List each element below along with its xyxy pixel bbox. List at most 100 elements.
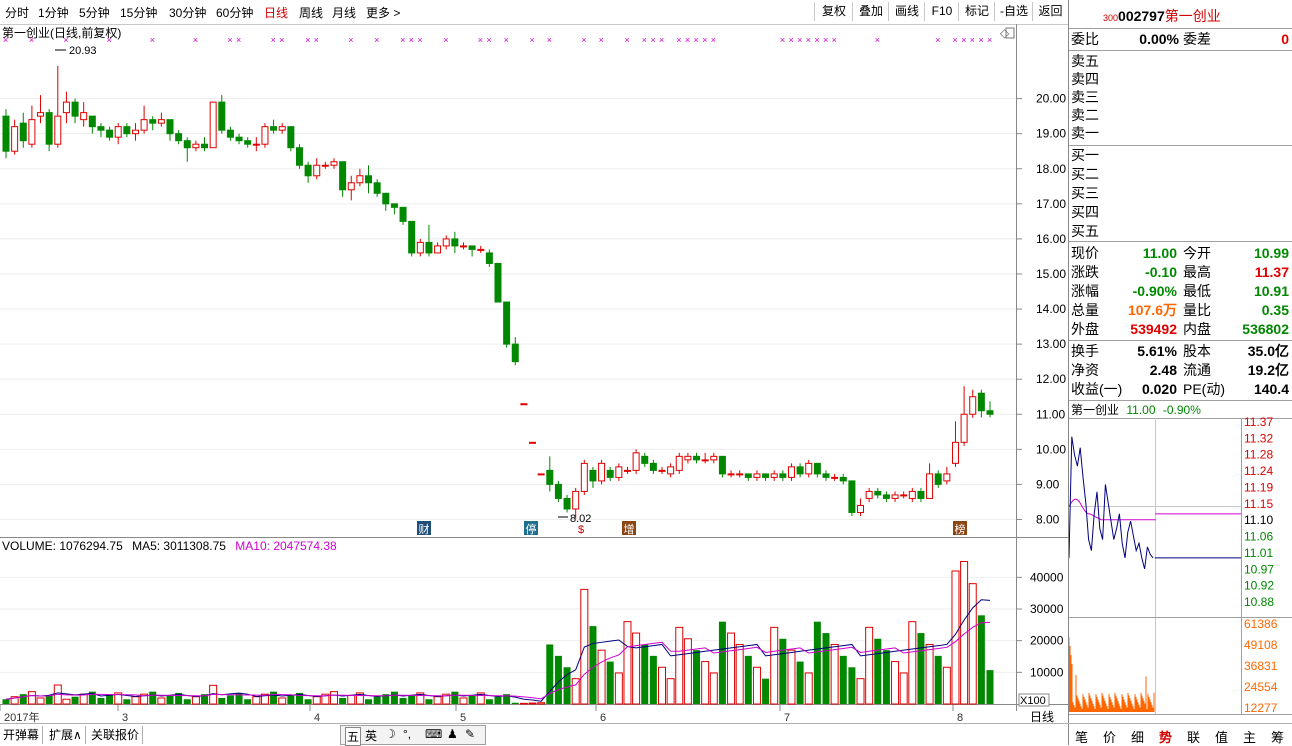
candle[interactable]	[114, 123, 122, 145]
volume-bar[interactable]	[830, 643, 839, 705]
kline-chart-area[interactable]: 第一创业(日线,前复权) ◇ × × × × × × × × × × × × × × × × × × × × × × × × ×…	[0, 24, 1068, 723]
candle[interactable]	[951, 421, 959, 467]
candle[interactable]	[917, 487, 925, 502]
volume-bar[interactable]	[71, 696, 79, 704]
candle[interactable]	[123, 123, 131, 138]
candle[interactable]	[365, 165, 373, 194]
candle[interactable]	[175, 130, 183, 145]
event-badge[interactable]: 榜	[953, 521, 967, 536]
volume-bar[interactable]	[131, 696, 140, 705]
volume-bar[interactable]	[157, 697, 166, 705]
candle[interactable]	[88, 115, 96, 134]
candle[interactable]	[563, 494, 571, 513]
related-quotes-button[interactable]: 关联报价	[88, 726, 144, 744]
candle[interactable]	[321, 161, 329, 169]
volume-bar[interactable]	[666, 678, 675, 705]
candle[interactable]	[252, 137, 260, 152]
volume-bar[interactable]	[874, 638, 882, 704]
candle[interactable]	[658, 466, 666, 474]
volume-bar[interactable]	[848, 667, 856, 704]
volume-bar[interactable]	[451, 691, 459, 704]
volume-bar[interactable]	[865, 626, 874, 705]
event-badge[interactable]: 财	[417, 521, 431, 536]
candle[interactable]	[813, 462, 821, 478]
candle[interactable]	[727, 470, 735, 478]
danmu-button[interactable]: 开弹幕	[0, 726, 44, 744]
volume-bar[interactable]	[623, 621, 632, 705]
candle[interactable]	[667, 463, 675, 478]
period-tab-60min[interactable]: 60分钟	[216, 4, 253, 21]
volume-bar[interactable]	[528, 702, 537, 705]
candle[interactable]	[908, 487, 916, 502]
candle[interactable]	[209, 101, 217, 149]
volume-bar[interactable]	[986, 670, 994, 704]
volume-bar[interactable]	[468, 695, 476, 704]
candle[interactable]	[19, 112, 27, 148]
draw-line-button[interactable]: 画线	[888, 2, 925, 21]
volume-bar[interactable]	[804, 672, 813, 705]
candle[interactable]	[529, 441, 537, 444]
volume-bar[interactable]	[485, 699, 493, 704]
candle[interactable]	[244, 137, 252, 148]
volume-bar[interactable]	[606, 661, 614, 704]
candle[interactable]	[45, 109, 53, 152]
period-tab-more[interactable]: 更多 >	[366, 4, 400, 21]
volume-bar[interactable]	[244, 699, 252, 704]
event-badge[interactable]: 增	[622, 521, 636, 536]
volume-bar[interactable]	[218, 697, 226, 704]
candle[interactable]	[839, 473, 847, 485]
volume-bar[interactable]	[727, 632, 736, 705]
candle[interactable]	[235, 133, 243, 145]
fuquan-button[interactable]: 复权	[814, 2, 853, 21]
candle[interactable]	[270, 119, 278, 134]
volume-bar[interactable]	[589, 626, 597, 704]
volume-bar[interactable]	[641, 644, 649, 704]
candle[interactable]	[693, 452, 701, 464]
volume-bar[interactable]	[399, 697, 407, 704]
candle[interactable]	[459, 242, 467, 250]
volume-bar[interactable]	[79, 693, 88, 705]
candle[interactable]	[80, 102, 88, 127]
ime-toolbar[interactable]: 五 英 ☽ °, ⌨ ♟ ✎	[340, 725, 486, 746]
volume-bar[interactable]	[796, 661, 804, 704]
candle[interactable]	[131, 123, 139, 141]
tab-trades[interactable]: 笔	[1068, 727, 1095, 746]
volume-bar[interactable]	[519, 702, 528, 705]
volume-bar[interactable]	[511, 702, 519, 704]
volume-bar[interactable]	[787, 649, 796, 705]
volume-bar[interactable]	[425, 699, 433, 704]
candle[interactable]	[287, 126, 295, 152]
candle[interactable]	[943, 466, 951, 485]
candle[interactable]	[934, 470, 942, 488]
candle[interactable]	[192, 140, 200, 152]
candle[interactable]	[434, 242, 442, 254]
volume-bar[interactable]	[597, 649, 606, 705]
candle[interactable]	[425, 224, 433, 257]
volume-bar[interactable]	[62, 698, 71, 705]
candle[interactable]	[684, 452, 692, 464]
intraday-mini-chart[interactable]: 第一创业 11.00 -0.90% 11.37 11.32 11.28 11.24 11…	[1069, 402, 1292, 720]
mark-button[interactable]: 标记	[958, 2, 995, 21]
candle[interactable]	[503, 301, 511, 348]
candle[interactable]	[787, 463, 795, 481]
candle[interactable]	[468, 245, 476, 257]
volume-bar[interactable]	[744, 655, 752, 704]
candle[interactable]	[304, 161, 312, 183]
candle[interactable]	[537, 473, 545, 476]
candle[interactable]	[477, 245, 485, 253]
candle[interactable]	[762, 473, 770, 481]
candle[interactable]	[201, 137, 209, 152]
period-tab-daily[interactable]: 日线	[264, 4, 288, 21]
ime-user-icon[interactable]: ♟	[447, 727, 458, 741]
volume-bar[interactable]	[701, 661, 710, 705]
candle[interactable]	[848, 480, 856, 516]
candle[interactable]	[986, 401, 994, 418]
candle[interactable]	[960, 386, 968, 446]
volume-bar[interactable]	[347, 694, 356, 705]
tab-trend[interactable]: 势	[1152, 727, 1179, 746]
volume-bar[interactable]	[779, 638, 787, 704]
volume-bar[interactable]	[735, 643, 744, 705]
volume-bar[interactable]	[226, 695, 234, 704]
candle[interactable]	[278, 123, 286, 134]
candle[interactable]	[874, 487, 882, 499]
